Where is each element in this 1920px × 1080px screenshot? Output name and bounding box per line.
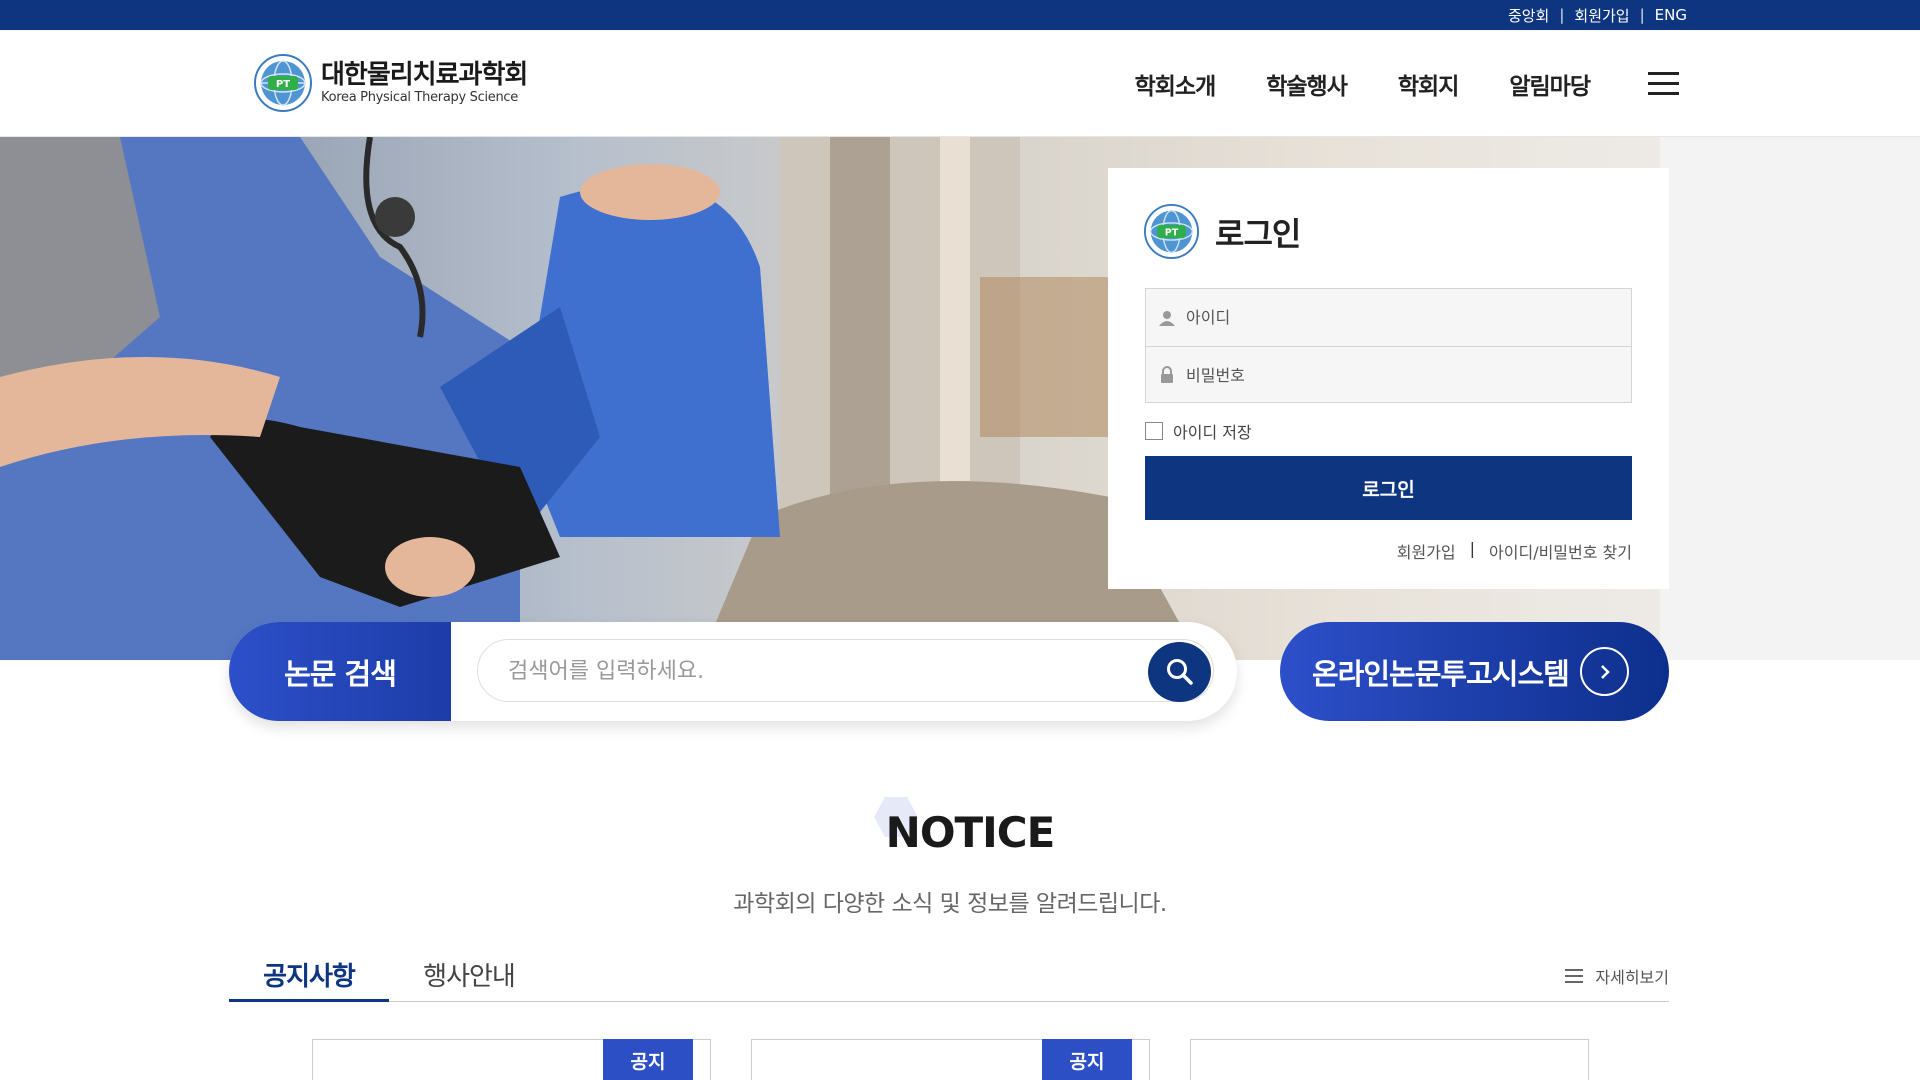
search-field (477, 639, 1214, 702)
notice-tabs: 공지사항 행사안내 자세히보기 (229, 950, 1669, 1002)
site-header: PT 대한물리치료과학회 Korea Physical Therapy Scie… (0, 30, 1920, 137)
search-icon (1166, 659, 1193, 685)
society-emblem-icon: PT (254, 54, 312, 112)
tab-announcements[interactable]: 공지사항 (229, 950, 389, 1002)
login-links: 회원가입 | 아이디/비밀번호 찾기 (1397, 539, 1632, 563)
chevron-right-icon (1580, 647, 1629, 696)
search-input[interactable] (508, 656, 1128, 686)
tab-event-info[interactable]: 행사안내 (389, 950, 549, 1002)
utility-link-eng[interactable]: ENG (1655, 6, 1687, 24)
user-icon (1159, 310, 1175, 326)
logo-text: 대한물리치료과학회 Korea Physical Therapy Science (321, 60, 528, 106)
notice-badge: 공지 (1042, 1039, 1132, 1080)
paper-search-label: 논문 검색 (229, 622, 451, 721)
logo-korean-name: 대한물리치료과학회 (321, 60, 528, 90)
divider: | (1469, 539, 1476, 558)
lock-icon (1161, 366, 1173, 383)
notice-section-subtitle: 과학회의 다양한 소식 및 정보를 알려드립니다. (733, 891, 1167, 917)
login-button[interactable]: 로그인 (1145, 456, 1632, 520)
svg-text:PT: PT (1165, 227, 1179, 238)
svg-text:PT: PT (276, 79, 290, 90)
top-utility-bar: 중앙회 | 회원가입 | ENG (0, 0, 1920, 30)
site-logo[interactable]: PT 대한물리치료과학회 Korea Physical Therapy Scie… (254, 54, 528, 112)
nav-item-events[interactable]: 학술행사 (1266, 67, 1348, 101)
notice-badge: 공지 (603, 1039, 693, 1080)
notice-card[interactable]: 공지 (751, 1039, 1150, 1080)
utility-links: 중앙회 | 회원가입 | ENG (1508, 0, 1687, 30)
list-icon (1565, 969, 1584, 983)
online-submission-label: 온라인논문투고시스템 (1312, 656, 1570, 691)
login-title: 로그인 (1215, 214, 1301, 253)
signup-link[interactable]: 회원가입 (1397, 539, 1456, 563)
login-fields (1145, 288, 1632, 403)
logo-english-name: Korea Physical Therapy Science (321, 90, 518, 105)
password-field-row (1146, 346, 1631, 403)
search-button[interactable] (1148, 642, 1211, 702)
nav-item-about[interactable]: 학회소개 (1135, 67, 1217, 101)
notice-section-title: NOTICE (885, 808, 1056, 857)
main-nav: 학회소개 학술행사 학회지 알림마당 (1084, 67, 1591, 101)
remember-id-label: 아이디 저장 (1173, 423, 1252, 442)
find-account-link[interactable]: 아이디/비밀번호 찾기 (1489, 539, 1632, 563)
view-more-label: 자세히보기 (1595, 968, 1669, 987)
remember-id-checkbox[interactable] (1145, 422, 1163, 440)
divider: | (1559, 6, 1565, 24)
nav-item-notices[interactable]: 알림마당 (1509, 67, 1591, 101)
password-input[interactable] (1186, 365, 1606, 385)
online-submission-button[interactable]: 온라인논문투고시스템 (1280, 622, 1669, 721)
hamburger-icon[interactable] (1648, 72, 1679, 95)
utility-link-central[interactable]: 중앙회 (1508, 5, 1549, 26)
login-panel: PT 로그인 아이디 저장 로그인 회원가입 | 아이디/비밀번호 찾기 (1108, 168, 1669, 589)
utility-link-signup[interactable]: 회원가입 (1574, 5, 1629, 26)
notice-card[interactable]: 공지 (312, 1039, 711, 1080)
nav-item-journal[interactable]: 학회지 (1398, 67, 1459, 101)
divider: | (1639, 6, 1645, 24)
notice-card[interactable] (1190, 1039, 1589, 1080)
society-emblem-icon: PT (1144, 204, 1199, 259)
id-input[interactable] (1186, 308, 1606, 327)
paper-search-bar: 논문 검색 (229, 622, 1237, 721)
id-field-row (1146, 289, 1631, 346)
view-more-link[interactable]: 자세히보기 (1565, 964, 1669, 988)
remember-id[interactable]: 아이디 저장 (1145, 419, 1252, 443)
login-header: PT 로그인 (1144, 204, 1301, 259)
